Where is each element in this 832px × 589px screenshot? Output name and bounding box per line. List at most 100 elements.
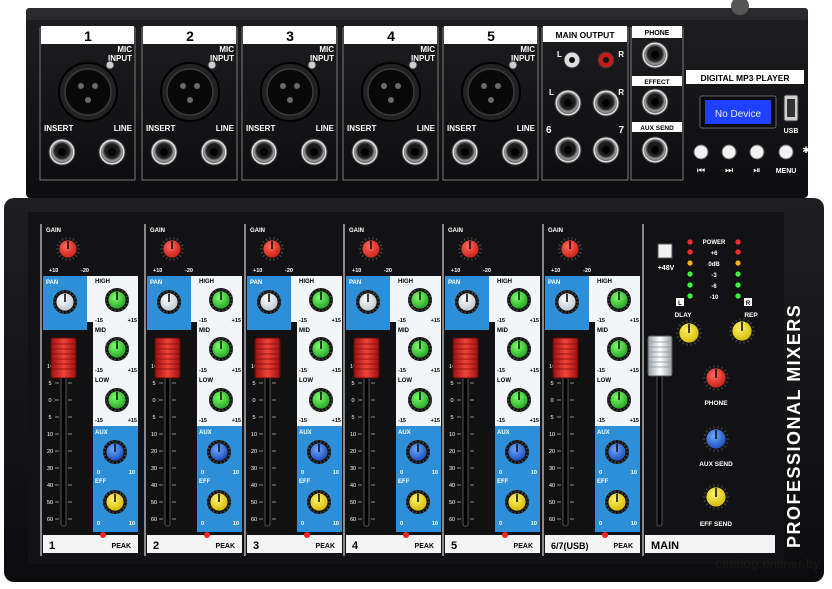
eff-knob[interactable] <box>307 490 331 514</box>
input-7-jack-hole <box>602 146 610 154</box>
eq-low-knob[interactable] <box>607 388 631 412</box>
pan-knob[interactable] <box>157 290 181 314</box>
pan-knob[interactable] <box>356 290 380 314</box>
line-jack[interactable] <box>300 138 328 166</box>
gain-knob[interactable] <box>56 237 80 261</box>
main-fader[interactable] <box>647 335 673 377</box>
channel-fader[interactable] <box>254 337 281 379</box>
aux-knob[interactable] <box>406 440 430 464</box>
main-out-r-label: R <box>618 88 624 97</box>
channel-fader[interactable] <box>50 337 77 379</box>
eq-low-knob[interactable] <box>105 388 129 412</box>
channel-fader[interactable] <box>353 337 380 379</box>
input-7-jack[interactable] <box>592 136 620 164</box>
pan-knob[interactable] <box>555 290 579 314</box>
aux-knob[interactable] <box>505 440 529 464</box>
eq-low-knob[interactable] <box>408 388 432 412</box>
aux-knob[interactable] <box>207 440 231 464</box>
xlr-mic-input[interactable] <box>160 60 220 122</box>
eq-mid-knob[interactable] <box>105 337 129 361</box>
effect-jack[interactable] <box>641 88 669 116</box>
insert-jack[interactable] <box>451 138 479 166</box>
eff-knob[interactable] <box>207 490 231 514</box>
eq-high-knob[interactable] <box>209 288 233 312</box>
gain-knob[interactable] <box>359 237 383 261</box>
line-jack[interactable] <box>200 138 228 166</box>
eq-high-knob[interactable] <box>105 288 129 312</box>
insert-jack[interactable] <box>250 138 278 166</box>
pan-knob-grip <box>376 297 380 300</box>
channel-fader[interactable] <box>154 337 181 379</box>
input-6-jack[interactable] <box>554 136 582 164</box>
eq-low-knob[interactable] <box>209 388 233 412</box>
fader-scale-label: 40 <box>350 483 356 489</box>
aux-knob[interactable] <box>307 440 331 464</box>
line-jack[interactable] <box>98 138 126 166</box>
next-button[interactable] <box>721 144 737 160</box>
eq-max-label: +15 <box>530 318 539 324</box>
xlr-mic-input[interactable] <box>58 60 118 122</box>
gain-knob[interactable] <box>160 237 184 261</box>
delay-knob[interactable] <box>676 320 702 346</box>
xlr-mic-input-latch[interactable] <box>307 60 317 70</box>
aux-knob[interactable] <box>605 440 629 464</box>
phantom-48v-switch[interactable] <box>657 243 673 259</box>
menu-button[interactable] <box>778 144 794 160</box>
prev-button[interactable] <box>693 144 709 160</box>
pan-knob-grip <box>555 297 559 300</box>
eff-knob[interactable] <box>103 490 127 514</box>
pan-knob[interactable] <box>53 290 77 314</box>
xlr-mic-input-latch[interactable] <box>105 60 115 70</box>
xlr-mic-input-latch[interactable] <box>408 60 418 70</box>
line-jack[interactable] <box>401 138 429 166</box>
eq-mid-knob[interactable] <box>209 337 233 361</box>
eff-knob[interactable] <box>605 490 629 514</box>
eq-mid-knob[interactable] <box>607 337 631 361</box>
eq-low-knob[interactable] <box>309 388 333 412</box>
aux-knob-grip <box>426 454 430 457</box>
eq-mid-knob[interactable] <box>507 337 531 361</box>
eq-mid-knob[interactable] <box>309 337 333 361</box>
eq-high-knob[interactable] <box>408 288 432 312</box>
eq-high-knob[interactable] <box>507 288 531 312</box>
meter-led-right <box>735 282 741 288</box>
gain-knob[interactable] <box>260 237 284 261</box>
eq-mid-knob[interactable] <box>408 337 432 361</box>
aux-send-jack[interactable] <box>641 136 669 164</box>
eq-high-knob[interactable] <box>607 288 631 312</box>
xlr-mic-input-latch[interactable] <box>207 60 217 70</box>
fader-scale-label: 5 <box>252 381 255 387</box>
line-jack[interactable] <box>501 138 529 166</box>
main-out-left-jack[interactable] <box>554 89 582 117</box>
main-out-right-jack[interactable] <box>592 89 620 117</box>
phone-jack[interactable] <box>641 41 669 69</box>
xlr-mic-input-pin <box>180 83 186 89</box>
phone-level-knob[interactable] <box>703 365 729 391</box>
pan-knob[interactable] <box>257 290 281 314</box>
eq-high-knob[interactable] <box>309 288 333 312</box>
aux-send-knob[interactable] <box>703 426 729 452</box>
play-pause-button[interactable] <box>749 144 765 160</box>
channel-fader[interactable] <box>552 337 579 379</box>
eff-send-knob[interactable] <box>703 484 729 510</box>
xlr-mic-input-latch[interactable] <box>508 60 518 70</box>
pan-knob[interactable] <box>455 290 479 314</box>
fader-scale-label: 20 <box>350 449 356 455</box>
eq-low-knob[interactable] <box>507 388 531 412</box>
insert-jack[interactable] <box>351 138 379 166</box>
eff-knob[interactable] <box>406 490 430 514</box>
meter-r-label: R <box>746 301 751 307</box>
gain-knob[interactable] <box>458 237 482 261</box>
eff-knob[interactable] <box>505 490 529 514</box>
xlr-mic-input[interactable] <box>260 60 320 122</box>
repeat-knob[interactable] <box>729 318 755 344</box>
gain-knob[interactable] <box>558 237 582 261</box>
gain-min-label: +10 <box>352 268 361 274</box>
insert-jack[interactable] <box>48 138 76 166</box>
gain-label: GAIN <box>448 228 463 234</box>
xlr-mic-input[interactable] <box>461 60 521 122</box>
insert-jack[interactable] <box>150 138 178 166</box>
channel-fader[interactable] <box>452 337 479 379</box>
xlr-mic-input[interactable] <box>361 60 421 122</box>
aux-knob[interactable] <box>103 440 127 464</box>
